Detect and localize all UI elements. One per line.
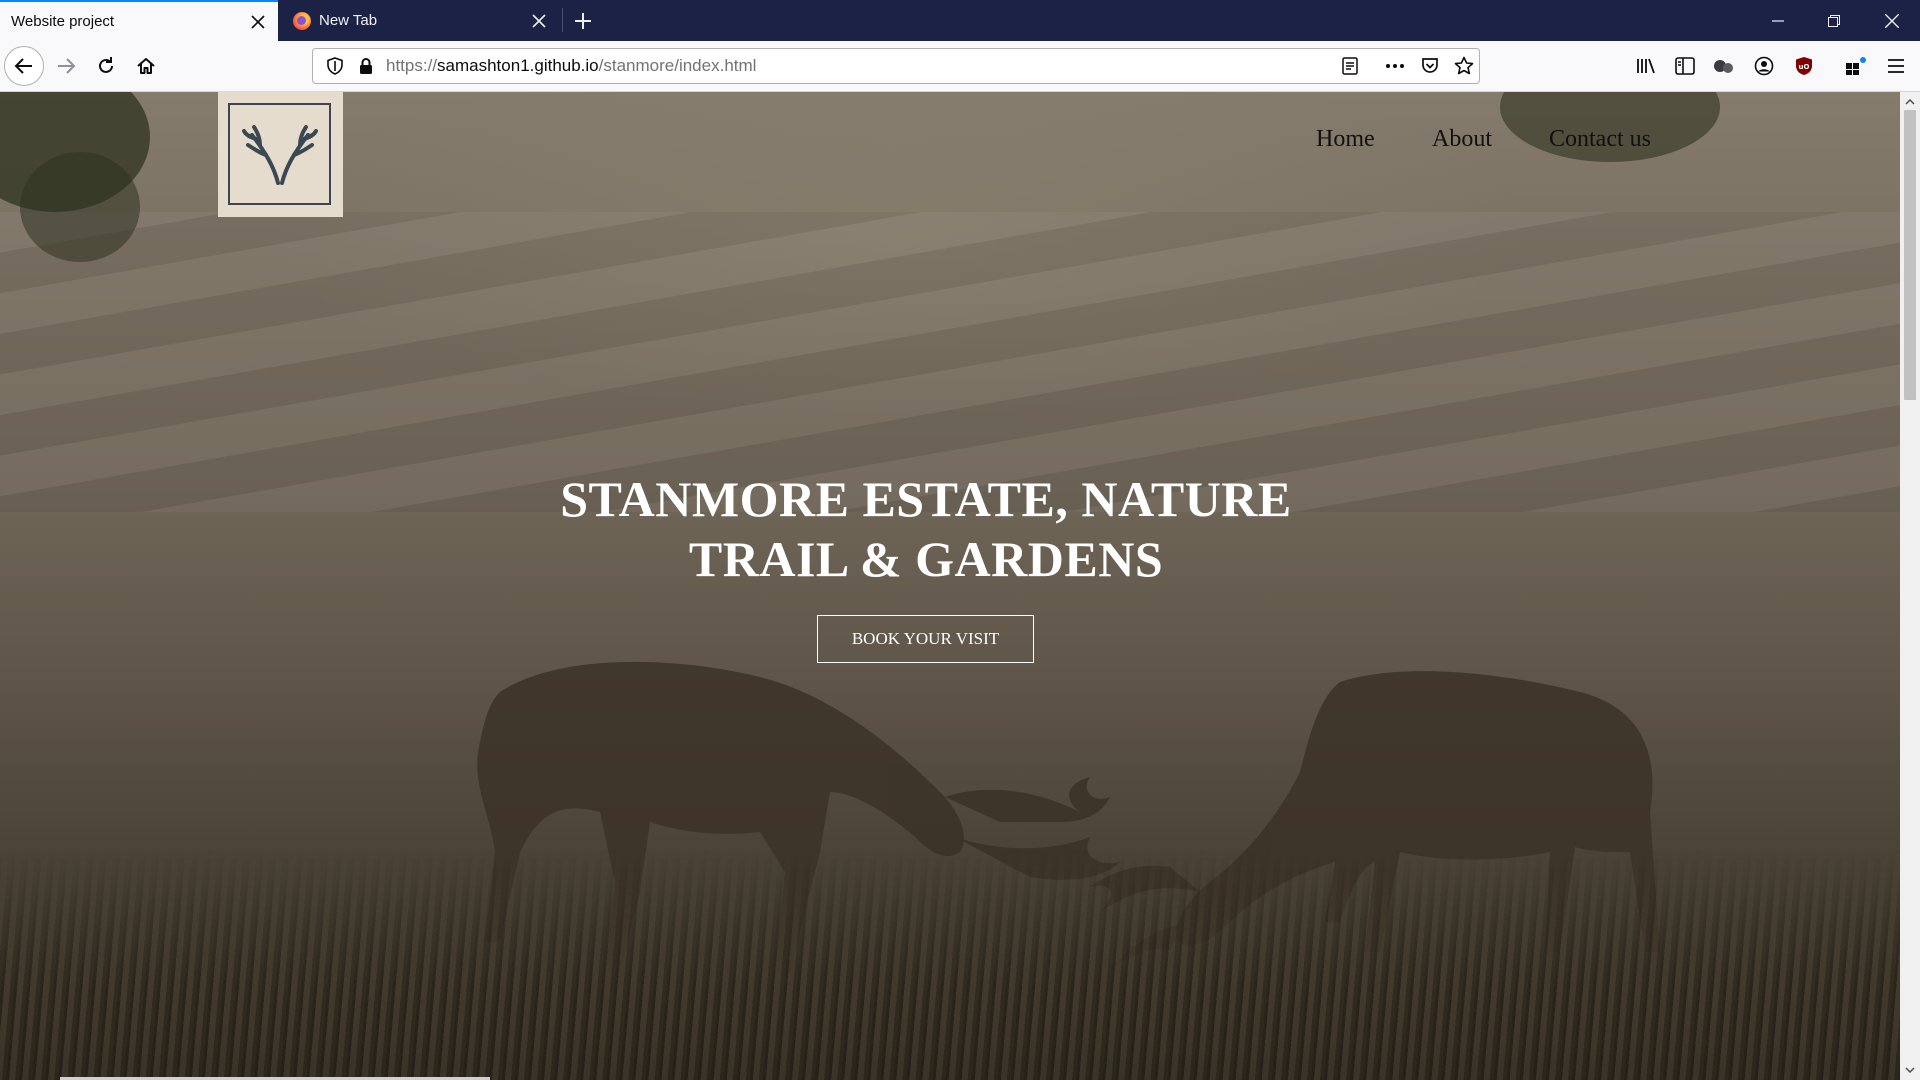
page-viewport: Home About Contact us STANMORE ESTATE, N…: [0, 92, 1900, 1080]
site-logo[interactable]: [218, 92, 343, 217]
logo-frame: [228, 103, 331, 205]
scroll-down-arrow-icon[interactable]: [1900, 1062, 1920, 1078]
shield-icon[interactable]: [320, 49, 350, 83]
tab-separator: [562, 8, 563, 32]
sidebar-icon[interactable]: [1667, 46, 1703, 86]
nav-about-link[interactable]: About: [1432, 126, 1492, 153]
restore-icon[interactable]: [1806, 0, 1862, 41]
bookmark-star-icon[interactable]: [1449, 49, 1479, 83]
close-tab-icon[interactable]: [519, 0, 559, 41]
nav-home-link[interactable]: Home: [1316, 126, 1375, 153]
address-bar[interactable]: https://samashton1.github.io/stanmore/in…: [312, 48, 1480, 84]
extension-icon[interactable]: [1706, 46, 1742, 86]
vertical-scrollbar[interactable]: [1900, 92, 1920, 1080]
close-window-icon[interactable]: [1864, 0, 1920, 41]
pocket-icon[interactable]: [1415, 49, 1445, 83]
url-scheme: https://: [386, 56, 438, 75]
reload-icon[interactable]: [86, 46, 126, 86]
reader-view-icon[interactable]: [1335, 49, 1365, 83]
firefox-icon: [293, 11, 311, 30]
account-icon[interactable]: [1746, 46, 1782, 86]
extensions-puzzle-icon[interactable]: [1838, 46, 1874, 86]
url-path: /stanmore/index.html: [598, 56, 757, 75]
nav-contact-link[interactable]: Contact us: [1549, 126, 1651, 153]
book-visit-button[interactable]: BOOK YOUR VISIT: [817, 615, 1034, 663]
url-host: samashton1.github.io: [437, 56, 599, 75]
minimize-icon[interactable]: [1750, 0, 1806, 41]
url-text[interactable]: https://samashton1.github.io/stanmore/in…: [386, 49, 756, 83]
navigation-toolbar: https://samashton1.github.io/stanmore/in…: [0, 41, 1920, 92]
hamburger-menu-icon[interactable]: [1878, 46, 1914, 86]
forward-arrow-icon[interactable]: [46, 46, 86, 86]
ublock-origin-icon[interactable]: uO: [1786, 46, 1822, 86]
new-tab-plus-icon[interactable]: [566, 0, 600, 41]
lock-icon[interactable]: [351, 49, 381, 83]
headline-line-2: TRAIL & GARDENS: [688, 531, 1164, 587]
grass-foreground: [0, 850, 1900, 1080]
tab-bar: Website project New Tab: [0, 0, 1920, 41]
page-actions-icon[interactable]: [1380, 49, 1410, 83]
scroll-up-arrow-icon[interactable]: [1900, 94, 1920, 110]
close-tab-icon[interactable]: [238, 1, 278, 42]
svg-text:uO: uO: [1799, 63, 1810, 71]
scroll-thumb[interactable]: [1904, 110, 1916, 400]
back-arrow-icon[interactable]: [4, 46, 44, 86]
antlers-icon: [242, 125, 318, 185]
tab-website-project[interactable]: Website project: [0, 0, 278, 41]
tab-title: Website project: [11, 13, 115, 30]
tab-title: New Tab: [319, 12, 378, 29]
tab-new-tab[interactable]: New Tab: [281, 0, 559, 41]
headline-line-1: STANMORE ESTATE, NATURE: [560, 471, 1292, 527]
home-icon[interactable]: [126, 46, 166, 86]
library-icon[interactable]: [1628, 46, 1664, 86]
hero-headline: STANMORE ESTATE, NATURE TRAIL & GARDENS: [500, 469, 1352, 589]
